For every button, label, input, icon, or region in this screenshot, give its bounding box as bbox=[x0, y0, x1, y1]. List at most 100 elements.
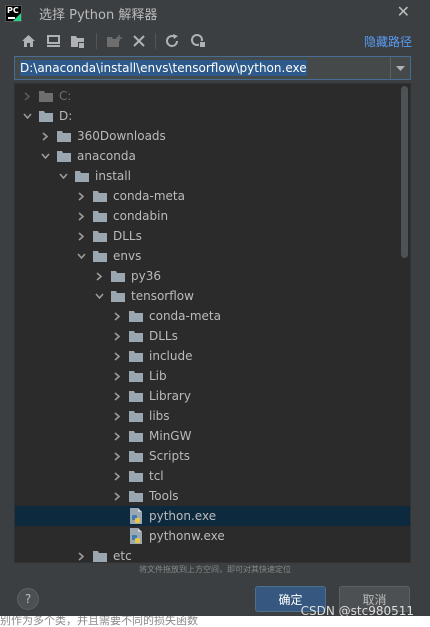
folder-icon bbox=[93, 250, 107, 262]
new-folder-icon[interactable] bbox=[104, 31, 124, 51]
folder-icon bbox=[129, 370, 143, 382]
tree-folder-row[interactable]: Scripts bbox=[15, 446, 410, 466]
tree-folder-row[interactable]: tensorflow bbox=[15, 286, 410, 306]
tree-item-label: pythonw.exe bbox=[149, 529, 225, 543]
chevron-right-icon[interactable] bbox=[111, 426, 123, 446]
folder-icon bbox=[93, 230, 107, 242]
tree-folder-row[interactable]: D: bbox=[15, 106, 410, 126]
tree-folder-row[interactable]: etc bbox=[15, 546, 410, 562]
tree-folder-row[interactable]: include bbox=[15, 346, 410, 366]
folder-icon bbox=[129, 330, 143, 342]
delete-icon[interactable] bbox=[129, 31, 149, 51]
tree-file-row[interactable]: python.exe bbox=[15, 506, 410, 526]
toolbar-separator bbox=[155, 33, 156, 49]
chevron-right-icon[interactable] bbox=[111, 326, 123, 346]
folder-icon bbox=[57, 150, 71, 162]
folder-icon bbox=[93, 190, 107, 202]
background-page-text: 别作为多个类，并且需要不同的损失函数 bbox=[0, 616, 198, 627]
chevron-down-icon[interactable] bbox=[21, 106, 33, 126]
dialog-title: 选择 Python 解释器 bbox=[39, 7, 158, 23]
python-file-icon bbox=[129, 508, 143, 524]
chevron-down-icon[interactable] bbox=[57, 166, 69, 186]
python-file-icon bbox=[129, 528, 143, 544]
tree-item-label: install bbox=[95, 169, 131, 183]
chevron-right-icon[interactable] bbox=[21, 86, 33, 106]
path-input[interactable]: D:\anaconda\install\envs\tensorflow\pyth… bbox=[15, 58, 390, 78]
show-hidden-icon[interactable] bbox=[188, 31, 208, 51]
tree-folder-row[interactable]: MinGW bbox=[15, 426, 410, 446]
tree-item-label: DLLs bbox=[149, 329, 178, 343]
tree-folder-row[interactable]: DLLs bbox=[15, 226, 410, 246]
tree-item-label: 360Downloads bbox=[77, 129, 166, 143]
path-combobox[interactable]: D:\anaconda\install\envs\tensorflow\pyth… bbox=[14, 56, 411, 80]
tree-folder-row[interactable]: conda-meta bbox=[15, 306, 410, 326]
folder-icon bbox=[39, 90, 53, 102]
background-page-strip: 别作为多个类，并且需要不同的损失函数 bbox=[0, 616, 430, 627]
chevron-right-icon[interactable] bbox=[75, 206, 87, 226]
chevron-down-icon[interactable] bbox=[93, 286, 105, 306]
folder-icon bbox=[129, 450, 143, 462]
close-button[interactable]: ✕ bbox=[397, 2, 410, 21]
toolbar: 隐藏路径 bbox=[0, 29, 430, 53]
refresh-icon[interactable] bbox=[162, 31, 182, 51]
tree-item-label: conda-meta bbox=[149, 309, 221, 323]
folder-icon bbox=[111, 270, 125, 282]
tree-folder-row[interactable]: Lib bbox=[15, 366, 410, 386]
tree-folder-row[interactable]: Library bbox=[15, 386, 410, 406]
tree-item-label: conda-meta bbox=[113, 189, 185, 203]
chevron-right-icon[interactable] bbox=[75, 186, 87, 206]
chevron-right-icon[interactable] bbox=[111, 486, 123, 506]
chevron-right-icon[interactable] bbox=[111, 446, 123, 466]
tree-item-label: libs bbox=[149, 409, 170, 423]
hide-path-link[interactable]: 隐藏路径 bbox=[364, 33, 412, 50]
folder-icon bbox=[129, 490, 143, 502]
chevron-right-icon[interactable] bbox=[111, 466, 123, 486]
chevron-right-icon[interactable] bbox=[111, 366, 123, 386]
chevron-right-icon[interactable] bbox=[75, 226, 87, 246]
tree-folder-row[interactable]: anaconda bbox=[15, 146, 410, 166]
tree-folder-row[interactable]: DLLs bbox=[15, 326, 410, 346]
pycharm-logo-icon: PC bbox=[5, 4, 22, 22]
title-bar: PC 选择 Python 解释器 ✕ bbox=[0, 0, 430, 26]
folder-icon bbox=[129, 310, 143, 322]
tree-folder-row[interactable]: tcl bbox=[15, 466, 410, 486]
tree-folder-row[interactable]: conda-meta bbox=[15, 186, 410, 206]
chevron-down-icon[interactable] bbox=[75, 246, 87, 266]
chevron-right-icon[interactable] bbox=[75, 546, 87, 562]
folder-icon bbox=[93, 210, 107, 222]
folder-icon bbox=[57, 130, 71, 142]
chevron-right-icon[interactable] bbox=[39, 126, 51, 146]
chevron-right-icon[interactable] bbox=[93, 266, 105, 286]
desktop-icon[interactable] bbox=[43, 31, 63, 51]
tree-folder-row[interactable]: py36 bbox=[15, 266, 410, 286]
home-icon[interactable] bbox=[18, 31, 38, 51]
folder-icon bbox=[39, 110, 53, 122]
tree-folder-row[interactable]: libs bbox=[15, 406, 410, 426]
tree-folder-row[interactable]: 360Downloads bbox=[15, 126, 410, 146]
chevron-down-icon[interactable] bbox=[390, 57, 410, 79]
folder-icon bbox=[129, 390, 143, 402]
tree-folder-row[interactable]: condabin bbox=[15, 206, 410, 226]
help-button[interactable]: ? bbox=[17, 588, 39, 610]
tree-file-row[interactable]: pythonw.exe bbox=[15, 526, 410, 546]
tree-folder-row[interactable]: C: bbox=[15, 86, 410, 106]
project-folder-icon[interactable] bbox=[68, 31, 88, 51]
tree-folder-row[interactable]: install bbox=[15, 166, 410, 186]
tree-item-label: Library bbox=[149, 389, 191, 403]
chevron-right-icon[interactable] bbox=[111, 346, 123, 366]
chevron-down-icon[interactable] bbox=[39, 146, 51, 166]
tree-folder-row[interactable]: envs bbox=[15, 246, 410, 266]
chevron-right-icon[interactable] bbox=[111, 406, 123, 426]
toolbar-separator bbox=[96, 33, 97, 49]
chevron-right-icon[interactable] bbox=[111, 386, 123, 406]
tree-item-label: Lib bbox=[149, 369, 167, 383]
folder-icon bbox=[129, 430, 143, 442]
tree-folder-row[interactable]: Tools bbox=[15, 486, 410, 506]
chevron-right-icon[interactable] bbox=[111, 306, 123, 326]
path-input-value: D:\anaconda\install\envs\tensorflow\pyth… bbox=[20, 60, 307, 76]
file-tree[interactable]: C: D: 360Downloads anaconda install conda-met… bbox=[14, 83, 411, 563]
folder-icon bbox=[75, 170, 89, 182]
tree-item-label: tcl bbox=[149, 469, 164, 483]
